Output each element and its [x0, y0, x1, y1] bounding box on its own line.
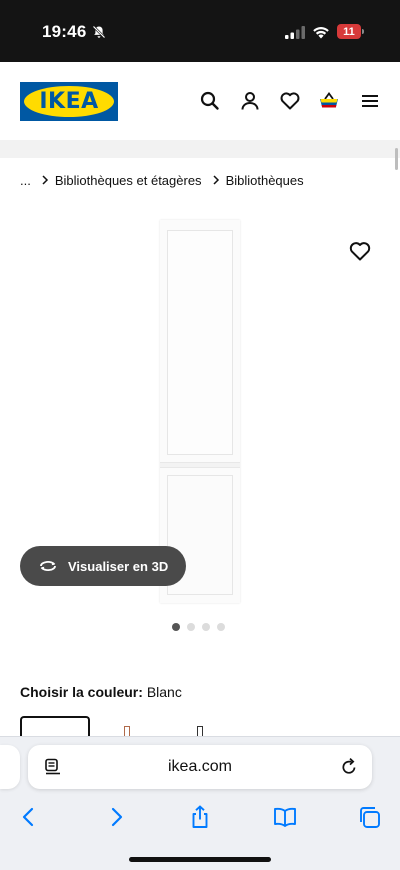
breadcrumb-item-bibliotheques[interactable]: Bibliothèques	[226, 173, 304, 188]
gallery-dot[interactable]	[202, 623, 210, 631]
address-bar[interactable]: ikea.com	[28, 745, 372, 789]
browser-toolbar: ikea.com	[0, 736, 400, 870]
view-in-3d-button[interactable]: Visualiser en 3D	[20, 546, 186, 586]
gallery-dot[interactable]	[172, 623, 180, 631]
back-icon[interactable]	[16, 805, 42, 829]
user-icon[interactable]	[239, 90, 261, 112]
battery-cap	[362, 29, 364, 34]
gallery-dot[interactable]	[217, 623, 225, 631]
breadcrumb-ellipsis[interactable]: ...	[20, 173, 31, 188]
battery-level: 11	[337, 24, 361, 39]
previous-tab-preview[interactable]	[0, 745, 20, 789]
door-rail	[160, 462, 240, 468]
color-chooser-value: Blanc	[146, 684, 182, 700]
product-gallery[interactable]: Visualiser en 3D	[0, 200, 400, 660]
basket-icon[interactable]	[318, 90, 340, 112]
ikea-logo[interactable]: IKEA	[20, 82, 118, 121]
gallery-pagination	[172, 623, 225, 631]
logo-text: IKEA	[39, 89, 99, 114]
chevron-right-icon	[212, 175, 220, 185]
cellular-signal-icon	[285, 26, 305, 39]
url-text[interactable]: ikea.com	[28, 758, 372, 776]
chevron-right-icon	[41, 175, 49, 185]
site-header: IKEA	[0, 62, 400, 140]
wifi-icon	[313, 27, 329, 39]
color-chooser-label: Choisir la couleur:	[20, 684, 143, 700]
tabs-icon[interactable]	[357, 805, 383, 829]
logo-oval: IKEA	[24, 86, 114, 117]
search-icon[interactable]	[199, 90, 221, 112]
share-icon[interactable]	[187, 805, 213, 829]
bell-muted-icon	[92, 25, 106, 39]
view-in-3d-label: Visualiser en 3D	[68, 558, 169, 574]
menu-icon[interactable]	[359, 90, 381, 112]
color-chooser-heading: Choisir la couleur: Blanc	[20, 684, 182, 700]
rotate-3d-icon	[40, 560, 56, 572]
forward-icon[interactable]	[103, 805, 129, 829]
status-bar: 19:46 11	[0, 0, 400, 62]
bookmarks-icon[interactable]	[272, 805, 298, 829]
gallery-dot[interactable]	[187, 623, 195, 631]
status-time: 19:46	[42, 22, 87, 41]
breadcrumb: ... Bibliothèques et étagères Bibliothèq…	[20, 171, 304, 189]
add-to-favourites-heart-icon[interactable]	[348, 240, 372, 262]
page-scrollbar[interactable]	[395, 148, 398, 170]
door-glass-panel	[167, 230, 233, 455]
heart-icon[interactable]	[279, 90, 301, 112]
home-indicator	[129, 857, 271, 862]
reload-icon[interactable]	[340, 757, 358, 776]
header-sub-bar	[0, 140, 400, 158]
product-image-door[interactable]	[160, 220, 240, 603]
breadcrumb-item-bibliotheques-etageres[interactable]: Bibliothèques et étagères	[55, 173, 202, 188]
battery-indicator: 11	[337, 24, 364, 39]
